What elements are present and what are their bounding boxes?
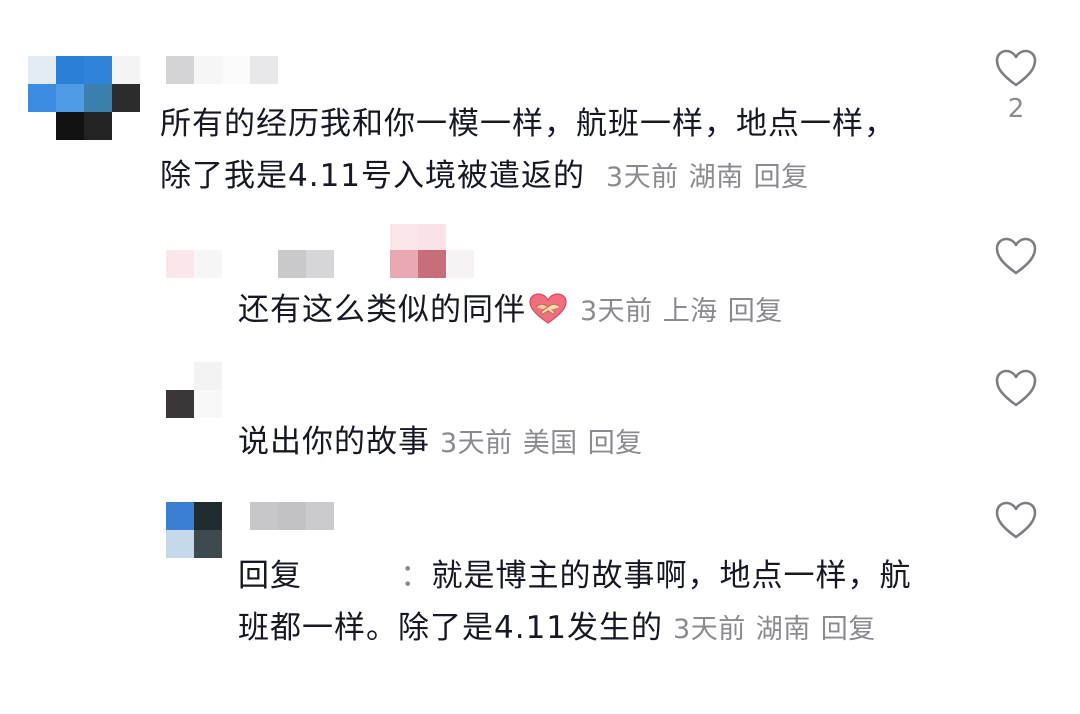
comment-text-line2: 除了我是4.11号入境被遣返的 3天前 湖南 回复: [160, 150, 960, 204]
comment-text: 说出你的故事 3天前 美国 回复: [238, 416, 938, 470]
reply-button[interactable]: 回复: [754, 162, 809, 193]
heart-outline-icon: [995, 49, 1037, 87]
reply-colon: ：: [400, 558, 432, 594]
like-button[interactable]: [986, 500, 1046, 540]
avatar[interactable]: [28, 56, 140, 140]
comment-time: 3天前: [580, 296, 653, 327]
like-button[interactable]: 2: [986, 48, 1046, 124]
comment-text: 所有的经历我和你一模一样，航班一样，地点一样， 除了我是4.11号入境被遣返的 …: [160, 98, 960, 204]
avatar[interactable]: [166, 362, 222, 418]
like-button[interactable]: [986, 368, 1046, 408]
like-button[interactable]: [986, 236, 1046, 276]
comment-meta: 3天前 湖南 回复: [596, 162, 809, 193]
comment-list: 所有的经历我和你一模一样，航班一样，地点一样， 除了我是4.11号入境被遣返的 …: [0, 0, 1080, 714]
comment-text-line2: 班都一样。除了是4.11发生的 3天前 湖南 回复: [238, 602, 958, 656]
reply-button[interactable]: 回复: [821, 614, 876, 645]
comment-text-line1: 回复 ：就是博主的故事啊，地点一样，航: [238, 550, 958, 602]
like-count: 2: [1007, 94, 1025, 124]
comment-location: 湖南: [688, 162, 744, 193]
comment-meta: 3天前 美国 回复: [430, 428, 643, 459]
comment-text-line1: 说出你的故事: [238, 424, 430, 460]
reply-button[interactable]: 回复: [728, 296, 783, 327]
comment-meta: 3天前 上海 回复: [570, 296, 783, 327]
username[interactable]: [250, 502, 334, 530]
reply-button[interactable]: 回复: [588, 428, 643, 459]
reply-prefix: 回复: [238, 558, 302, 594]
comment-location: 湖南: [755, 614, 811, 645]
comment-text-line2-content: 除了我是4.11号入境被遣返的: [160, 158, 586, 194]
comment-text-content: 就是博主的故事啊，地点一样，航: [431, 558, 912, 594]
comment-location: 美国: [522, 428, 578, 459]
comment-text: 回复 ：就是博主的故事啊，地点一样，航 班都一样。除了是4.11发生的 3天前 湖南回…: [238, 550, 958, 656]
username[interactable]: [278, 250, 334, 278]
mentioned-username[interactable]: [302, 564, 400, 592]
comment-text-line1: 所有的经历我和你一模一样，航班一样，地点一样，: [160, 106, 896, 142]
comment-time: 3天前: [440, 428, 513, 459]
heart-outline-icon: [995, 369, 1037, 407]
comment-text-line1: 还有这么类似的同伴: [238, 292, 526, 328]
username[interactable]: [166, 56, 278, 84]
heart-outline-icon: [995, 237, 1037, 275]
comment-time: 3天前: [673, 614, 746, 645]
avatar[interactable]: [166, 502, 222, 558]
comment-location: 上海: [662, 296, 718, 327]
comment-text-line2-content: 班都一样。除了是4.11发生的: [238, 610, 664, 646]
heart-outline-icon: [995, 501, 1037, 539]
avatar[interactable]: [166, 250, 222, 278]
username-suffix: [390, 224, 474, 278]
comment-meta: 3天前 湖南 回复: [663, 614, 876, 645]
handshake-heart-emoji: [529, 293, 567, 324]
comment-time: 3天前: [605, 162, 679, 193]
comment-text: 还有这么类似的同伴 3天前 上海 回复: [238, 284, 938, 338]
